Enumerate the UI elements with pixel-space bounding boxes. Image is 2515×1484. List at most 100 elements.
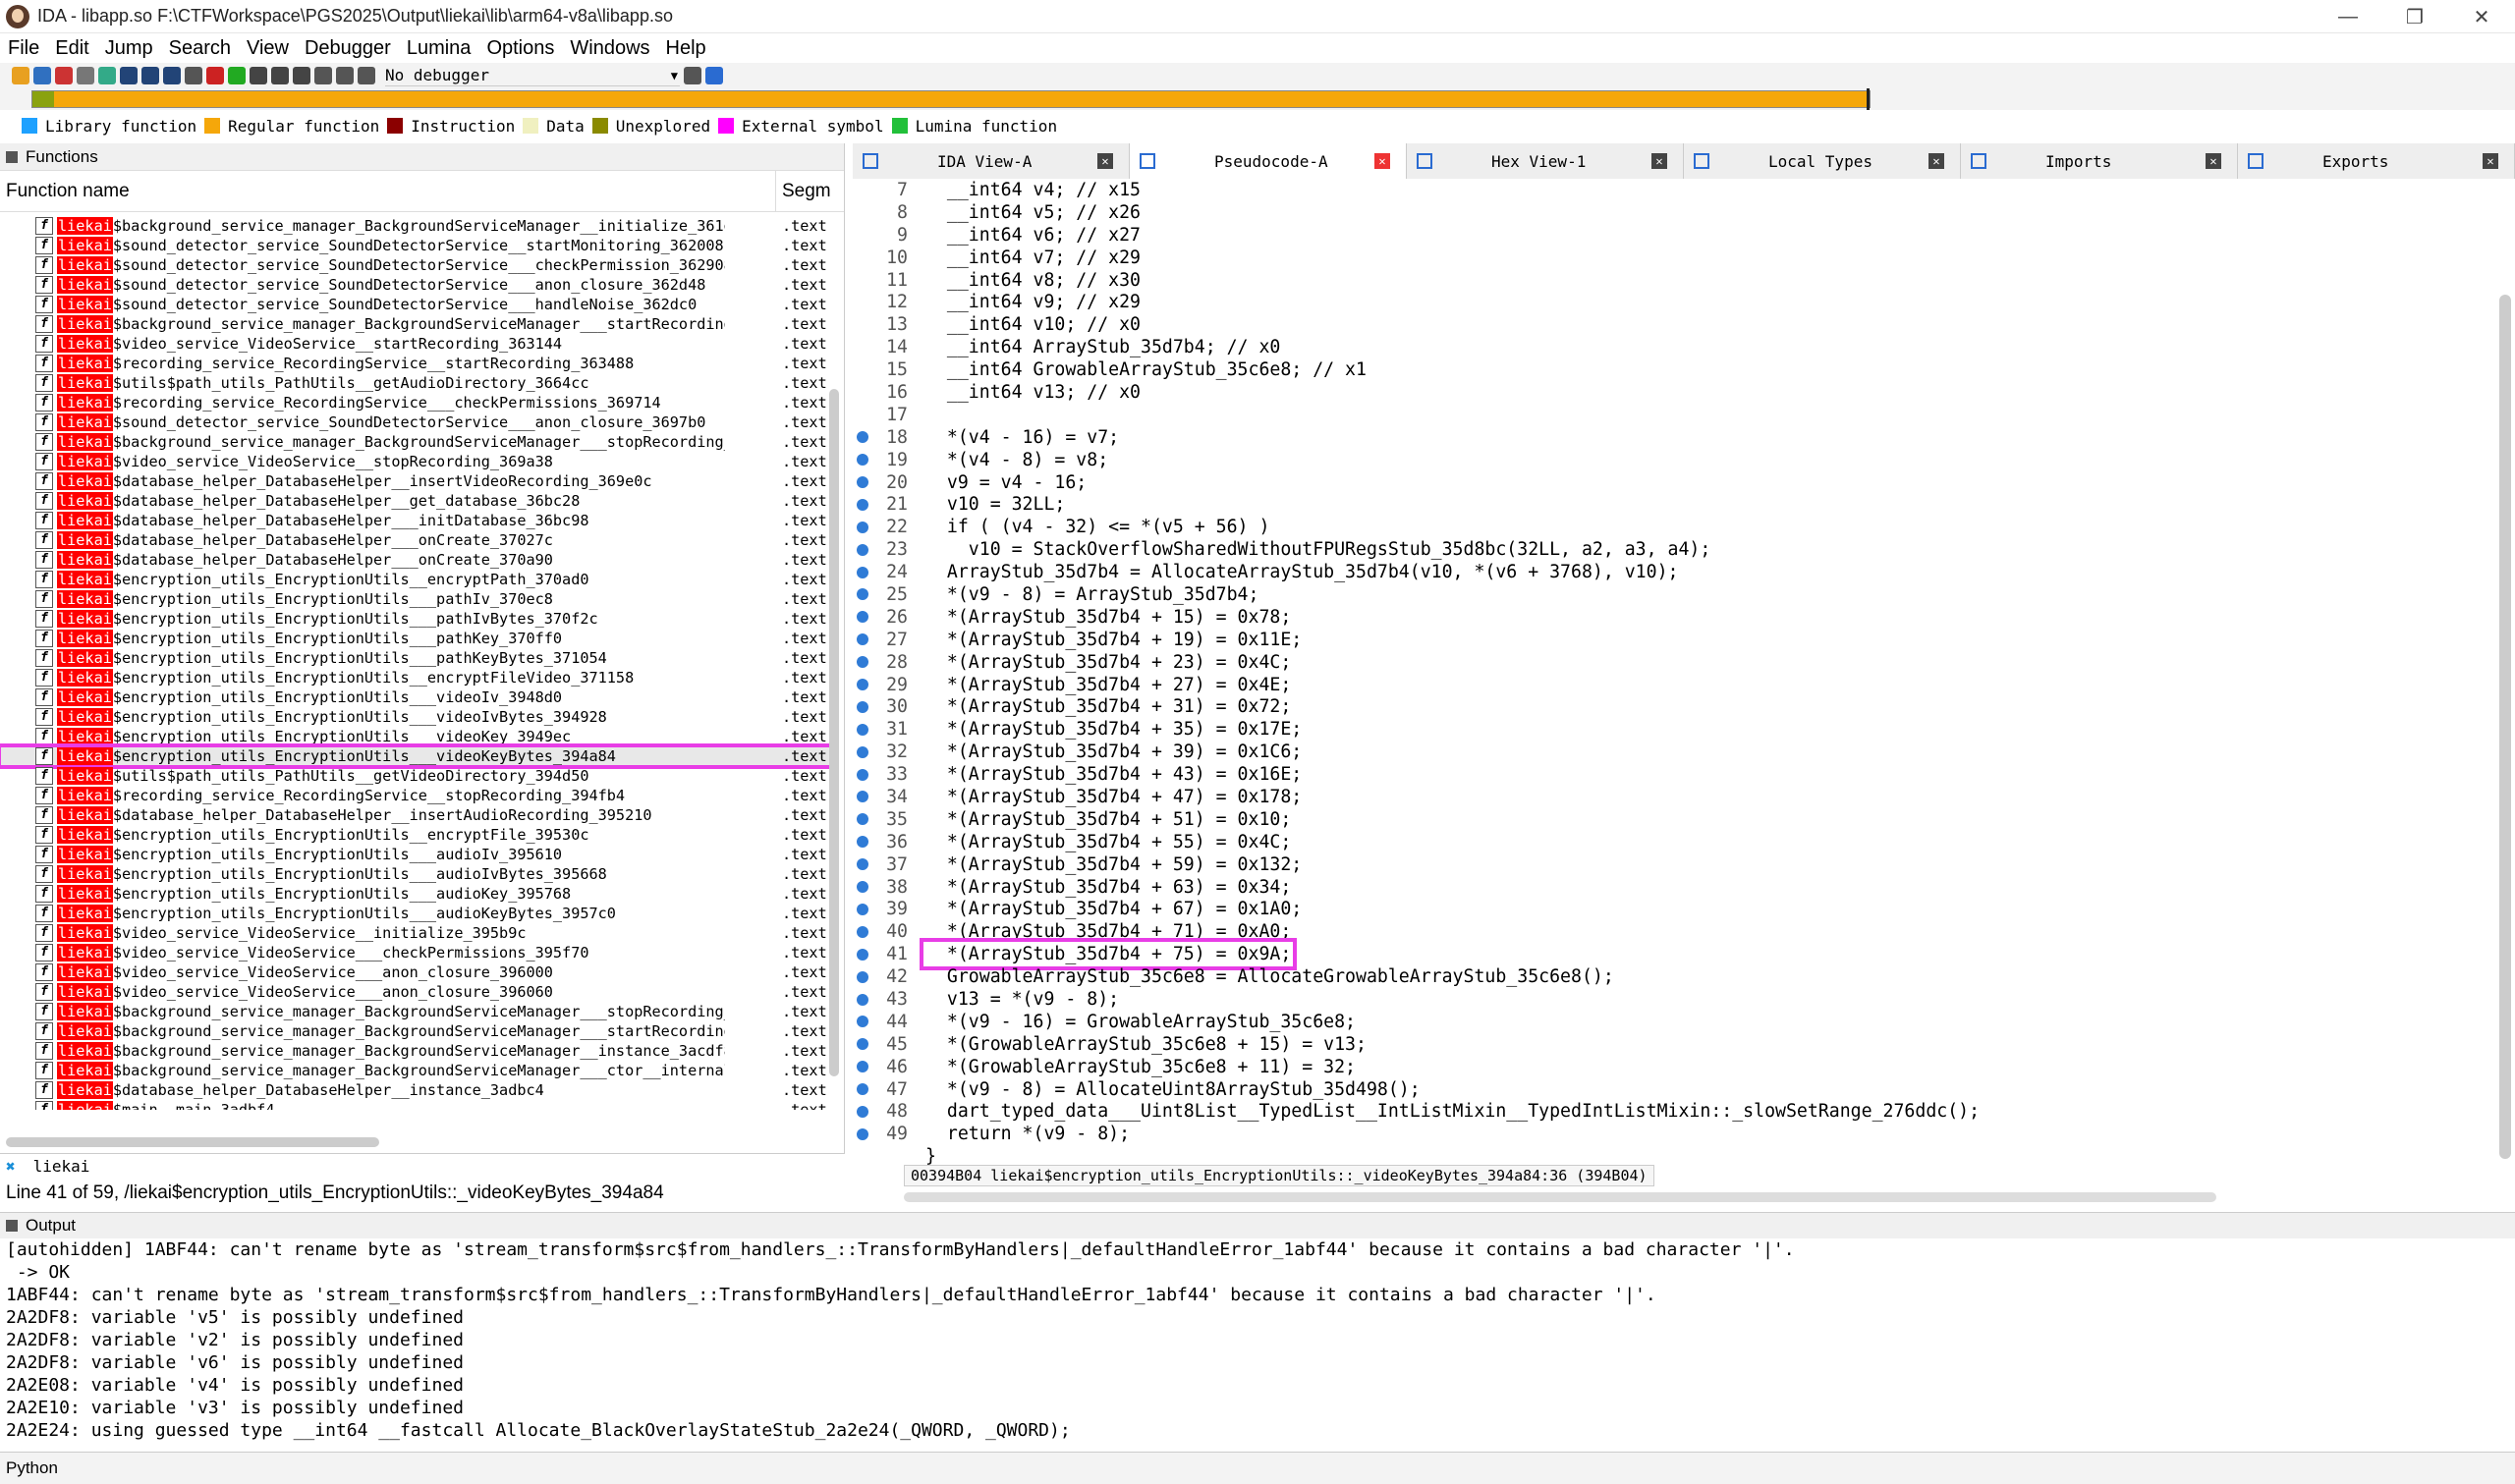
graph-icon[interactable]: [120, 67, 138, 84]
function-row[interactable]: f liekai$background_service_manager_Backg…: [0, 1002, 830, 1021]
play-icon[interactable]: [314, 67, 332, 84]
function-row[interactable]: f liekai$database_helper_DatabaseHelper__…: [0, 550, 830, 570]
code-line[interactable]: 40 *(ArrayStub_35d7b4 + 71) = 0xA0;: [853, 920, 2499, 943]
code-line[interactable]: 14 __int64 ArrayStub_35d7b4; // x0: [853, 336, 2499, 358]
xref-icon[interactable]: [163, 67, 181, 84]
code-line[interactable]: 35 *(ArrayStub_35d7b4 + 51) = 0x10;: [853, 808, 2499, 831]
bookmark-icon[interactable]: [98, 67, 116, 84]
function-row[interactable]: f liekai$database_helper_DatabaseHelper__…: [0, 1080, 830, 1100]
function-row[interactable]: f liekai$encryption_utils_EncryptionUtils…: [0, 648, 830, 668]
code-line[interactable]: 30 *(ArrayStub_35d7b4 + 31) = 0x72;: [853, 695, 2499, 718]
tab-local-types[interactable]: Local Types ✕: [1684, 143, 1961, 179]
breakpoint-dot-icon[interactable]: [857, 498, 868, 511]
strings-icon[interactable]: [293, 67, 310, 84]
code-line[interactable]: 37 *(ArrayStub_35d7b4 + 59) = 0x132;: [853, 853, 2499, 876]
breakpoint-dot-icon[interactable]: [857, 566, 868, 578]
code-line[interactable]: 27 *(ArrayStub_35d7b4 + 19) = 0x11E;: [853, 629, 2499, 651]
filter-close-icon[interactable]: ✖: [6, 1157, 16, 1176]
code-hscroll[interactable]: [904, 1192, 2216, 1202]
tab-hex-view-1[interactable]: Hex View-1 ✕: [1407, 143, 1684, 179]
function-row[interactable]: f liekai$sound_detector_service_SoundDete…: [0, 295, 830, 314]
close-button[interactable]: ✕: [2448, 0, 2515, 33]
code-line[interactable]: 41 *(ArrayStub_35d7b4 + 75) = 0x9A;: [853, 938, 2499, 971]
search-icon[interactable]: [141, 67, 159, 84]
function-row[interactable]: f liekai$encryption_utils_EncryptionUtils…: [0, 570, 830, 589]
tab-close-icon[interactable]: ✕: [1097, 153, 1113, 169]
code-line[interactable]: 8 __int64 v5; // x26: [853, 201, 2499, 224]
navigation-bar[interactable]: [31, 90, 1871, 108]
function-row[interactable]: f liekai$encryption_utils_EncryptionUtils…: [0, 589, 830, 609]
breakpoint-dot-icon[interactable]: [857, 1105, 868, 1118]
functions-filter[interactable]: ✖ liekai: [0, 1153, 845, 1179]
function-row[interactable]: f liekai$video_service_VideoService__star…: [0, 334, 830, 354]
function-row[interactable]: f liekai$video_service_VideoService__stop…: [0, 452, 830, 471]
code-line[interactable]: 49 return *(v9 - 8);: [853, 1123, 2499, 1145]
function-row[interactable]: f liekai$encryption_utils_EncryptionUtils…: [0, 668, 830, 687]
col-segment[interactable]: Segm: [776, 181, 831, 202]
code-line[interactable]: 20 v9 = v4 - 16;: [853, 471, 2499, 494]
menu-view[interactable]: View: [239, 37, 297, 60]
function-row[interactable]: f liekai$database_helper_DatabaseHelper__…: [0, 471, 830, 491]
function-row[interactable]: f liekai$encryption_utils_EncryptionUtils…: [0, 743, 830, 769]
tab-close-icon[interactable]: ✕: [1374, 153, 1390, 169]
code-line[interactable]: 17: [853, 404, 2499, 426]
menu-options[interactable]: Options: [478, 37, 562, 60]
tab-pseudocode-a[interactable]: Pseudocode-A ✕: [1130, 143, 1407, 179]
breakpoint-dot-icon[interactable]: [857, 476, 868, 489]
functions-hscroll[interactable]: [6, 1137, 379, 1147]
save-icon[interactable]: [33, 67, 51, 84]
forward-icon[interactable]: [77, 67, 94, 84]
code-line[interactable]: 25 *(v9 - 8) = ArrayStub_35d7b4;: [853, 583, 2499, 606]
code-line[interactable]: 13 __int64 v10; // x0: [853, 313, 2499, 336]
breakpoint-dot-icon[interactable]: [857, 925, 868, 938]
breakpoint-dot-icon[interactable]: [857, 970, 868, 983]
code-line[interactable]: 10 __int64 v7; // x29: [853, 247, 2499, 269]
function-row[interactable]: f liekai$database_helper_DatabaseHelper__…: [0, 530, 830, 550]
code-line[interactable]: 38 *(ArrayStub_35d7b4 + 63) = 0x34;: [853, 876, 2499, 899]
menu-search[interactable]: Search: [161, 37, 239, 60]
breakpoint-dot-icon[interactable]: [857, 745, 868, 758]
tab-ida-view-a[interactable]: IDA View-A ✕: [853, 143, 1130, 179]
col-function-name[interactable]: Function name: [0, 171, 776, 211]
tab-imports[interactable]: Imports ✕: [1961, 143, 2238, 179]
function-row[interactable]: f liekai$encryption_utils_EncryptionUtils…: [0, 629, 830, 648]
function-row[interactable]: f liekai$encryption_utils_EncryptionUtils…: [0, 884, 830, 904]
code-line[interactable]: 22 if ( (v4 - 32) <= *(v5 + 56) ): [853, 516, 2499, 538]
code-icon[interactable]: [185, 67, 202, 84]
functions-list[interactable]: f liekai$background_service_manager_Backg…: [0, 216, 830, 1110]
back-icon[interactable]: [55, 67, 73, 84]
breakpoint-dot-icon[interactable]: [857, 521, 868, 533]
function-row[interactable]: f liekai$sound_detector_service_SoundDete…: [0, 412, 830, 432]
code-line[interactable]: 46 *(GrowableArrayStub_35c6e8 + 11) = 32…: [853, 1056, 2499, 1078]
tab-exports[interactable]: Exports ✕: [2238, 143, 2515, 179]
python-console[interactable]: Python: [0, 1452, 2515, 1484]
code-line[interactable]: 19 *(v4 - 8) = v8;: [853, 449, 2499, 471]
breakpoint-dot-icon[interactable]: [857, 723, 868, 736]
function-row[interactable]: f liekai$background_service_manager_Backg…: [0, 1041, 830, 1061]
tab-close-icon[interactable]: ✕: [1651, 153, 1667, 169]
menu-debugger[interactable]: Debugger: [297, 37, 399, 60]
open-icon[interactable]: [12, 67, 29, 84]
breakpoint-dot-icon[interactable]: [857, 903, 868, 915]
functions-vscroll[interactable]: [829, 389, 839, 1076]
pause-icon[interactable]: [336, 67, 354, 84]
function-row[interactable]: f liekai$video_service_VideoService__init…: [0, 923, 830, 943]
function-row[interactable]: f liekai$background_service_manager_Backg…: [0, 1021, 830, 1041]
code-line[interactable]: 39 *(ArrayStub_35d7b4 + 67) = 0x1A0;: [853, 899, 2499, 921]
tab-close-icon[interactable]: ✕: [1928, 153, 1944, 169]
lumina-icon[interactable]: [228, 67, 246, 84]
code-line[interactable]: 47 *(v9 - 8) = AllocateUint8ArrayStub_35…: [853, 1078, 2499, 1101]
breakpoint-dot-icon[interactable]: [857, 1127, 868, 1140]
function-row[interactable]: f liekai$encryption_utils_EncryptionUtils…: [0, 904, 830, 923]
code-line[interactable]: 11 __int64 v8; // x30: [853, 269, 2499, 292]
code-line[interactable]: 9 __int64 v6; // x27: [853, 224, 2499, 247]
menu-jump[interactable]: Jump: [97, 37, 161, 60]
navigation-band[interactable]: [0, 88, 2515, 110]
breakpoint-dot-icon[interactable]: [857, 1083, 868, 1096]
pseudocode-icon[interactable]: [705, 67, 723, 84]
breakpoint-dot-icon[interactable]: [857, 768, 868, 781]
minimize-button[interactable]: —: [2315, 0, 2381, 33]
code-line[interactable]: 23 v10 = StackOverflowSharedWithoutFPURe…: [853, 538, 2499, 561]
tab-close-icon[interactable]: ✕: [2206, 153, 2221, 169]
code-line[interactable]: 36 *(ArrayStub_35d7b4 + 55) = 0x4C;: [853, 831, 2499, 853]
